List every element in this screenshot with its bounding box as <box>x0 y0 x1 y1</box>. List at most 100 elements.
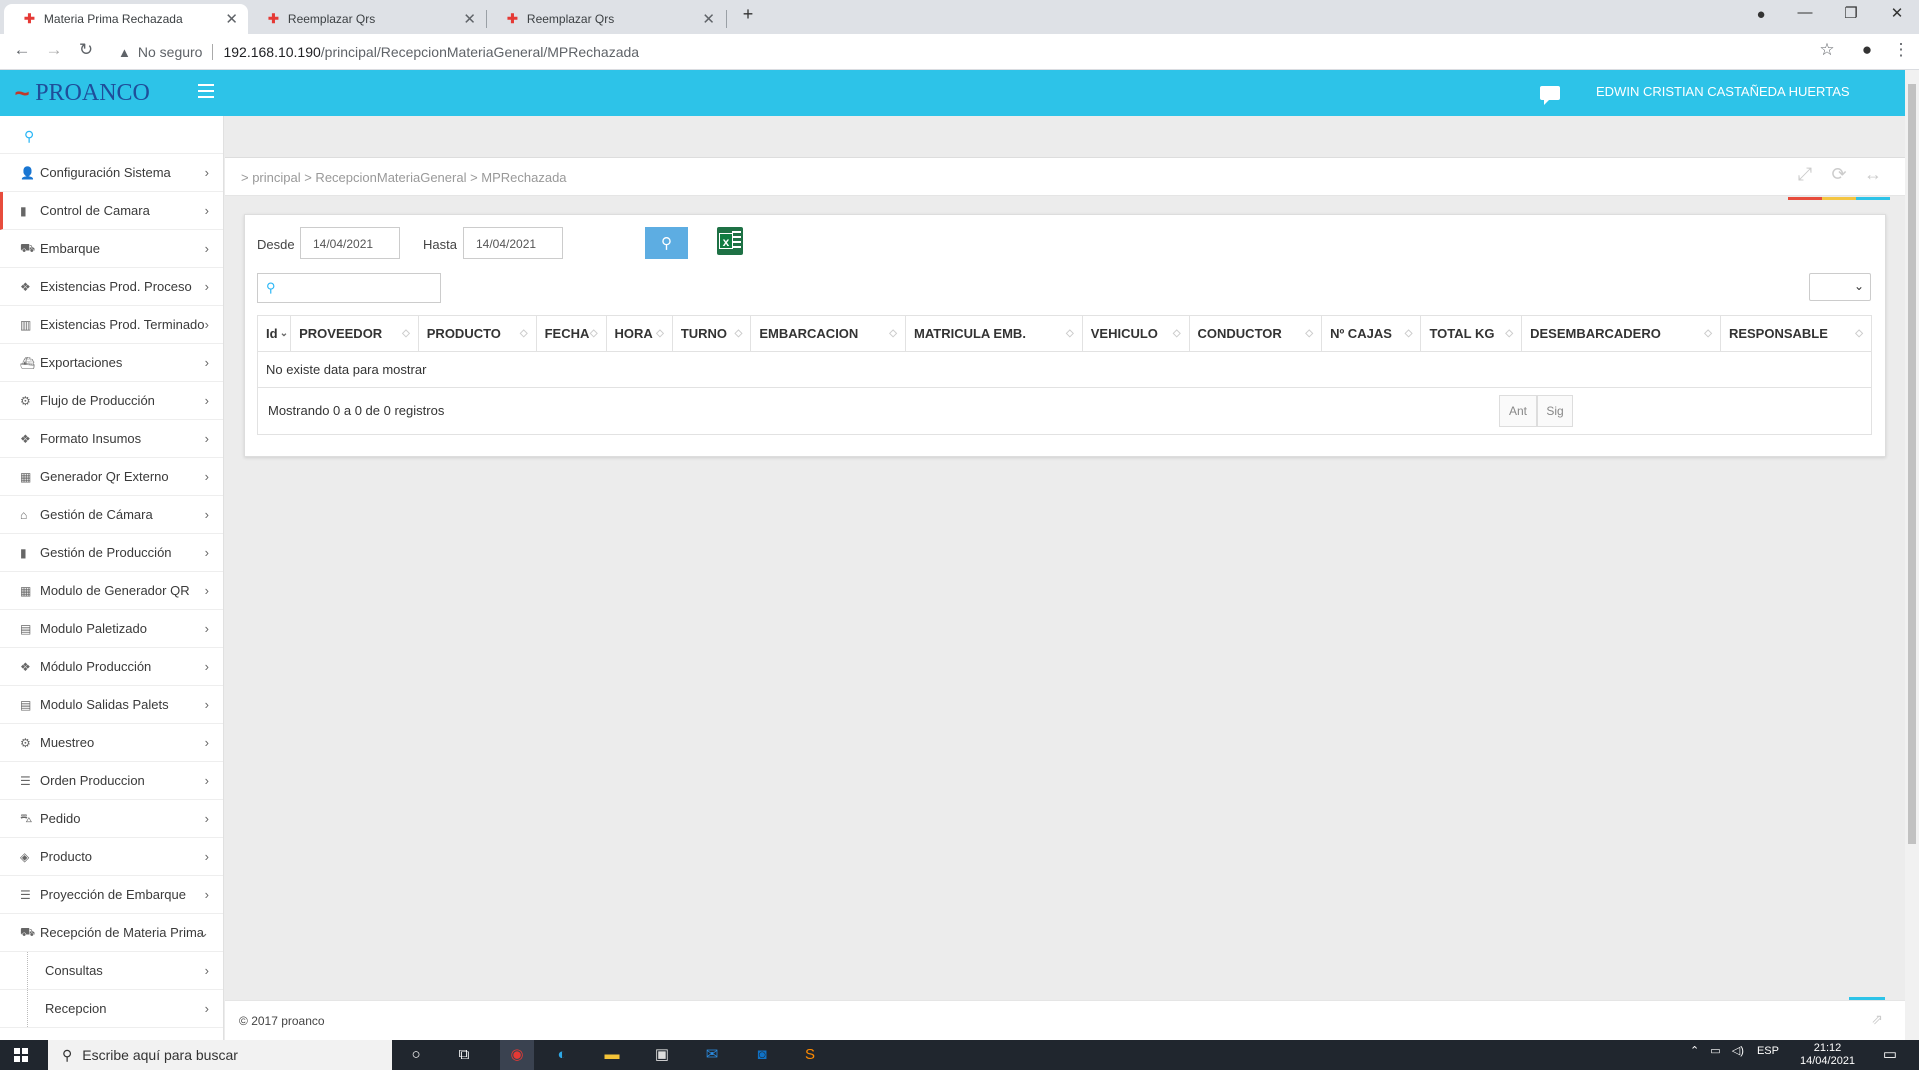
edge-icon[interactable]: ◐ <box>550 1045 574 1065</box>
language-indicator[interactable]: ESP <box>1757 1045 1779 1057</box>
browser-menu-icon[interactable]: ⋮ <box>1889 40 1913 60</box>
cart-icon: ⛍ <box>20 810 33 825</box>
sidebar-item-pedido[interactable]: ⛍ Pedido › <box>0 800 223 838</box>
minimize-icon[interactable]: — <box>1785 4 1825 21</box>
sidebar-subitem-recepcion[interactable]: Recepcion › <box>0 990 223 1028</box>
back-arrow-icon[interactable]: ← <box>10 40 34 60</box>
column-header-desembarcadero[interactable]: DESEMBARCADERO ◇ <box>1521 315 1721 352</box>
sidebar-item-modulo-paletizado[interactable]: ▤ Modulo Paletizado › <box>0 610 223 648</box>
store-icon[interactable]: ▣ <box>650 1045 674 1065</box>
volume-icon[interactable]: ◁) <box>1732 1045 1744 1057</box>
next-page-button[interactable]: Sig <box>1537 395 1573 427</box>
chat-icon[interactable] <box>1540 86 1560 105</box>
bookmark-star-icon[interactable]: ☆ <box>1815 40 1839 60</box>
reload-icon[interactable]: ↻ <box>74 40 98 60</box>
scrollbar-thumb[interactable] <box>1908 84 1916 844</box>
divider <box>212 44 214 60</box>
sidebar-subitem-consultas[interactable]: Consultas › <box>0 952 223 990</box>
sort-icon: ◇ <box>889 328 897 339</box>
new-tab-icon[interactable]: + <box>728 4 768 25</box>
column-header-label: TURNO <box>680 326 728 341</box>
column-header-conductor[interactable]: CONDUCTOR ◇ <box>1188 315 1323 352</box>
column-header-hora[interactable]: HORA ◇ <box>605 315 673 352</box>
profile-dropdown-icon[interactable]: ● <box>1741 6 1781 23</box>
refresh-icon[interactable]: ⟳ <box>1822 164 1856 200</box>
sidebar-item-exportaciones[interactable]: ⛴ Exportaciones › <box>0 344 223 382</box>
sidebar-item-modulo-de-generador-qr[interactable]: ▦ Modulo de Generador QR › <box>0 572 223 610</box>
file-explorer-icon[interactable]: ▬ <box>600 1045 624 1065</box>
tab-close-icon[interactable]: ✕ <box>702 10 715 28</box>
user-name[interactable]: EDWIN CRISTIAN CASTAÑEDA HUERTAS <box>1596 84 1850 99</box>
account-avatar-icon[interactable]: ● <box>1855 40 1879 60</box>
restore-icon[interactable]: ❐ <box>1831 4 1871 22</box>
sidebar-item-gestion-de-camara[interactable]: ⌂ Gestión de Cámara › <box>0 496 223 534</box>
hasta-date-input[interactable]: 14/04/2021 <box>463 227 563 259</box>
column-header-proveedor[interactable]: PROVEEDOR ◇ <box>290 315 419 352</box>
tab-reemplazar-qrs-1[interactable]: ✚ Reemplazar Qrs ✕ <box>248 4 486 34</box>
sidebar-item-control-de-camara[interactable]: ▮ Control de Camara › <box>0 192 223 230</box>
column-header-producto[interactable]: PRODUCTO ◇ <box>417 315 537 352</box>
windows-start-icon[interactable] <box>14 1048 28 1062</box>
chrome-icon[interactable]: ◉ <box>500 1040 534 1070</box>
sidebar-item-muestreo[interactable]: ⚙ Muestreo › <box>0 724 223 762</box>
sidebar-item-proyeccion-de-embarque[interactable]: ☰ Proyección de Embarque › <box>0 876 223 914</box>
sidebar-item-modulo-produccion[interactable]: ❖ Módulo Producción › <box>0 648 223 686</box>
fullscreen-icon[interactable]: ⤢ <box>1788 164 1822 200</box>
sidebar-item-existencias-prod-proceso[interactable]: ❖ Existencias Prod. Proceso › <box>0 268 223 306</box>
hamburger-menu-icon[interactable] <box>198 84 214 102</box>
vertical-scrollbar[interactable] <box>1905 70 1919 1040</box>
task-view-icon[interactable]: ⧉ <box>452 1045 476 1065</box>
sidebar-item-recepcion-de-materia-prima[interactable]: ⛟ Recepción de Materia Prima ⌄ <box>0 914 223 952</box>
sidebar-item-formato-insumos[interactable]: ❖ Formato Insumos › <box>0 420 223 458</box>
column-header-n-cajas[interactable]: Nº CAJAS ◇ <box>1321 315 1422 352</box>
column-header-responsable[interactable]: RESPONSABLE ◇ <box>1719 315 1873 352</box>
column-header-turno[interactable]: TURNO ◇ <box>671 315 752 352</box>
search-button[interactable]: ⚲ <box>645 227 688 259</box>
sidebar-item-generador-qr-externo[interactable]: ▦ Generador Qr Externo › <box>0 458 223 496</box>
tab-reemplazar-qrs-2[interactable]: ✚ Reemplazar Qrs ✕ <box>487 4 725 34</box>
column-header-vehiculo[interactable]: VEHICULO ◇ <box>1081 315 1190 352</box>
close-window-icon[interactable]: ✕ <box>1877 4 1917 22</box>
mail-icon[interactable]: ✉ <box>700 1045 724 1065</box>
column-header-id[interactable]: Id ⌄ <box>256 315 292 352</box>
sidebar-item-existencias-prod-terminado[interactable]: ▥ Existencias Prod. Terminado › <box>0 306 223 344</box>
expand-horizontal-icon[interactable]: ↔ <box>1856 164 1890 200</box>
sidebar-item-embarque[interactable]: ⛟ Embarque › <box>0 230 223 268</box>
outlook-icon[interactable]: ◙ <box>750 1045 774 1065</box>
tab-materia-prima-rechazada[interactable]: ✚ Materia Prima Rechazada ✕ <box>4 4 248 34</box>
sidebar-item-configuracion-sistema[interactable]: 👤 Configuración Sistema › <box>0 154 223 192</box>
excel-export-icon[interactable]: x <box>717 227 743 255</box>
column-header-total-kg[interactable]: TOTAL KG ◇ <box>1420 315 1523 352</box>
sidebar-item-modulo-salidas-palets[interactable]: ▤ Modulo Salidas Palets › <box>0 686 223 724</box>
chevron-right-icon: › <box>204 1001 209 1016</box>
url-omnibox[interactable]: ▲ No seguro 192.168.10.190/principal/Rec… <box>108 38 1828 66</box>
sidebar-item-producto[interactable]: ◈ Producto › <box>0 838 223 876</box>
desde-date-input[interactable]: 14/04/2021 <box>300 227 400 259</box>
tab-close-icon[interactable]: ✕ <box>463 10 476 28</box>
building-icon: ▥ <box>20 317 32 332</box>
network-icon[interactable]: ▭ <box>1710 1045 1720 1057</box>
tab-close-icon[interactable]: ✕ <box>225 10 238 28</box>
taskbar-search[interactable]: ⚲ Escribe aquí para buscar <box>48 1040 392 1070</box>
column-header-embarcacion[interactable]: EMBARCACION ◇ <box>750 315 906 352</box>
taskbar-clock[interactable]: 21:12 14/04/2021 <box>1800 1042 1855 1068</box>
sidebar-item-gestion-de-produccion[interactable]: ▮ Gestión de Producción › <box>0 534 223 572</box>
proanco-logo[interactable]: ~ PROANCO <box>14 78 150 108</box>
forward-arrow-icon[interactable]: → <box>42 40 66 60</box>
column-header-fecha[interactable]: FECHA ◇ <box>535 315 607 352</box>
external-link-icon[interactable]: ⇗ <box>1871 1011 1883 1028</box>
cortana-icon[interactable]: ○ <box>404 1045 428 1065</box>
sort-icon: ◇ <box>1404 328 1413 339</box>
tray-arrow-icon[interactable]: ⌃ <box>1690 1045 1699 1057</box>
sidebar-item-flujo-de-produccion[interactable]: ⚙ Flujo de Producción › <box>0 382 223 420</box>
notifications-icon[interactable]: ▭ <box>1878 1045 1902 1065</box>
sidebar-search[interactable]: ⚲ <box>0 116 223 154</box>
ship-icon: ⛴ <box>20 355 36 370</box>
sublime-icon[interactable]: S <box>798 1045 822 1065</box>
tab-title: Reemplazar Qrs <box>287 12 376 26</box>
sidebar-item-orden-produccion[interactable]: ☰ Orden Produccion › <box>0 762 223 800</box>
prev-page-button[interactable]: Ant <box>1499 395 1537 427</box>
table-search-input[interactable]: ⚲ <box>257 273 441 303</box>
page-length-select[interactable]: ⌄ <box>1809 273 1871 301</box>
column-header-matricula-emb[interactable]: MATRICULA EMB. ◇ <box>905 315 1083 352</box>
